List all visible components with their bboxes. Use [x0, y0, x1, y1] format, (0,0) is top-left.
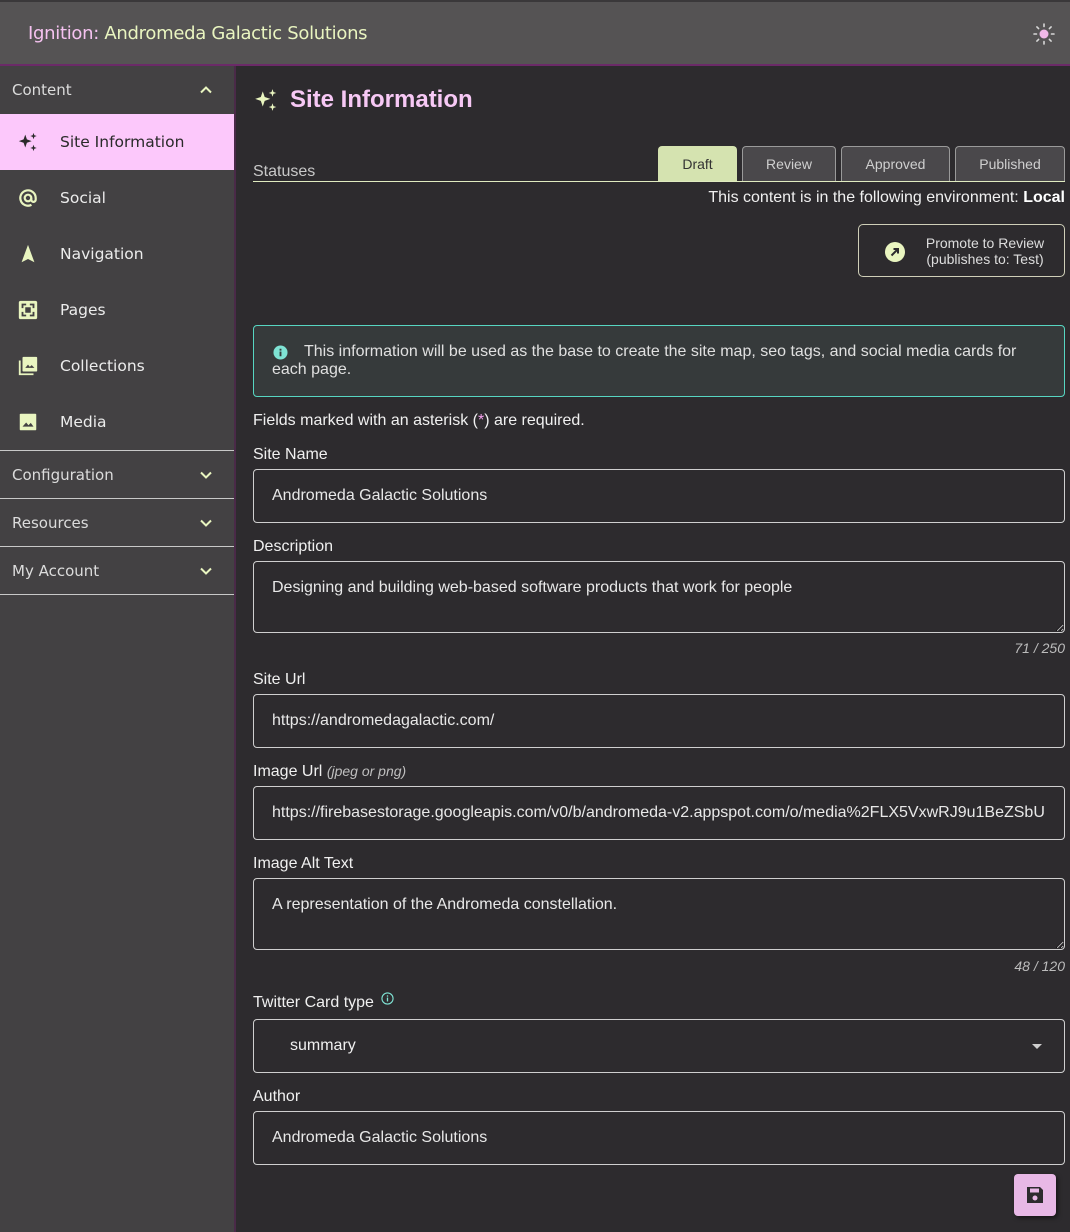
theme-toggle-button[interactable] — [1032, 22, 1056, 46]
chevron-down-icon — [200, 519, 212, 527]
twitter-card-label-text: Twitter Card type — [253, 994, 374, 1011]
image-url-hint: (jpeg or png) — [326, 763, 407, 779]
top-app-bar: Ignition: Andromeda Galactic Solutions — [0, 0, 1070, 66]
promote-line-2: (publishes to: Test) — [926, 251, 1044, 267]
statuses-label: Statuses — [253, 163, 316, 180]
sidebar-item-navigation[interactable]: Navigation — [0, 226, 234, 282]
sidebar-section-label: Resources — [12, 513, 89, 532]
required-fields-note: Fields marked with an asterisk (*) are r… — [253, 412, 585, 430]
image-icon — [19, 413, 37, 431]
image-alt-label: Image Alt Text — [253, 855, 354, 872]
sidebar-nav: Content Site Information Social Navigati… — [0, 66, 236, 1232]
image-url-input[interactable] — [253, 786, 1065, 840]
site-url-input[interactable] — [253, 694, 1065, 748]
promote-button-label: Promote to Review (publishes to: Test) — [915, 235, 1055, 267]
site-url-label: Site Url — [253, 671, 306, 688]
sidebar-section-header-configuration[interactable]: Configuration — [0, 451, 234, 499]
tab-draft[interactable]: Draft — [658, 146, 737, 181]
site-name-input[interactable] — [253, 469, 1065, 523]
sidebar-item-label: Pages — [60, 301, 106, 319]
sidebar-section-label: Content — [12, 81, 72, 99]
sidebar-section-label: My Account — [12, 561, 100, 580]
status-tabs: Draft Review Approved Published — [658, 146, 1065, 181]
image-url-label-text: Image Url — [253, 763, 323, 780]
description-textarea[interactable]: Designing and building web-based softwar… — [253, 561, 1065, 633]
sidebar-item-label: Social — [60, 189, 106, 207]
environment-value: Local — [1023, 189, 1065, 206]
sun-icon — [1033, 23, 1055, 45]
app-title: Ignition: Andromeda Galactic Solutions — [28, 23, 368, 44]
sidebar-item-label: Navigation — [60, 245, 144, 263]
app-title-name: Andromeda Galactic Solutions — [104, 23, 368, 44]
chevron-down-icon — [200, 567, 212, 575]
site-name-label: Site Name — [253, 446, 328, 463]
tab-review[interactable]: Review — [742, 146, 836, 181]
chevron-up-icon — [200, 86, 212, 94]
sidebar-item-label: Collections — [60, 357, 145, 375]
promote-line-1: Promote to Review — [925, 235, 1045, 251]
image-alt-textarea[interactable]: A representation of the Andromeda conste… — [253, 878, 1065, 950]
sidebar-section-content: Content Site Information Social Navigati… — [0, 66, 234, 451]
page-title: Site Information — [290, 86, 473, 113]
info-alert-text: This information will be used as the bas… — [272, 343, 1017, 378]
photo-library-icon — [18, 356, 38, 376]
description-label: Description — [253, 538, 334, 555]
tab-published[interactable]: Published — [955, 146, 1065, 181]
author-label: Author — [253, 1088, 301, 1105]
app-title-prefix: Ignition: — [28, 23, 99, 44]
sidebar-section-header-resources[interactable]: Resources — [0, 499, 234, 547]
twitter-card-label: Twitter Card type — [253, 992, 395, 1012]
save-button[interactable] — [1014, 1174, 1056, 1216]
sidebar-item-label: Site Information — [60, 133, 185, 151]
promote-to-review-button[interactable]: Promote to Review (publishes to: Test) — [858, 224, 1065, 277]
navigation-arrow-icon — [21, 244, 35, 263]
required-note-text: Fields marked with an asterisk ( — [253, 412, 478, 429]
sidebar-section-header-content[interactable]: Content — [0, 66, 234, 114]
twitter-card-selected-value: summary — [290, 1037, 356, 1054]
dropdown-arrow-icon — [1032, 1044, 1042, 1049]
environment-text: This content is in the following environ… — [708, 189, 1019, 206]
sidebar-item-collections[interactable]: Collections — [0, 338, 234, 394]
arrow-up-right-circle-icon — [885, 242, 905, 262]
author-input[interactable] — [253, 1111, 1065, 1165]
sidebar-item-social[interactable]: Social — [0, 170, 234, 226]
required-note-text: ) are required. — [484, 412, 585, 429]
sidebar-item-label: Media — [60, 413, 107, 431]
twitter-card-select[interactable]: summary — [253, 1019, 1065, 1073]
save-floppy-icon — [1027, 1187, 1043, 1203]
main-content: Site Information Statuses Draft Review A… — [238, 66, 1070, 1232]
sidebar-section-label: Configuration — [12, 465, 114, 484]
chevron-down-icon — [200, 471, 212, 479]
sidebar-item-media[interactable]: Media — [0, 394, 234, 450]
sparkles-icon — [18, 132, 37, 152]
sidebar-section-header-my-account[interactable]: My Account — [0, 547, 234, 595]
sparkles-icon — [255, 89, 277, 111]
info-tooltip-icon[interactable] — [381, 992, 395, 1005]
sidebar-item-pages[interactable]: Pages — [0, 282, 234, 338]
description-char-counter: 71 / 250 — [1014, 640, 1065, 656]
at-sign-icon — [19, 189, 37, 207]
pages-frame-icon — [18, 300, 38, 320]
info-alert: This information will be used as the bas… — [253, 325, 1065, 397]
image-alt-char-counter: 48 / 120 — [1014, 958, 1065, 974]
image-url-label: Image Url (jpeg or png) — [253, 763, 406, 781]
environment-indicator: This content is in the following environ… — [708, 189, 1065, 207]
sidebar-item-site-information[interactable]: Site Information — [0, 114, 234, 170]
page-header: Site Information — [253, 86, 473, 114]
statuses-bar: Statuses Draft Review Approved Published — [253, 146, 1065, 182]
tab-approved[interactable]: Approved — [841, 146, 950, 181]
